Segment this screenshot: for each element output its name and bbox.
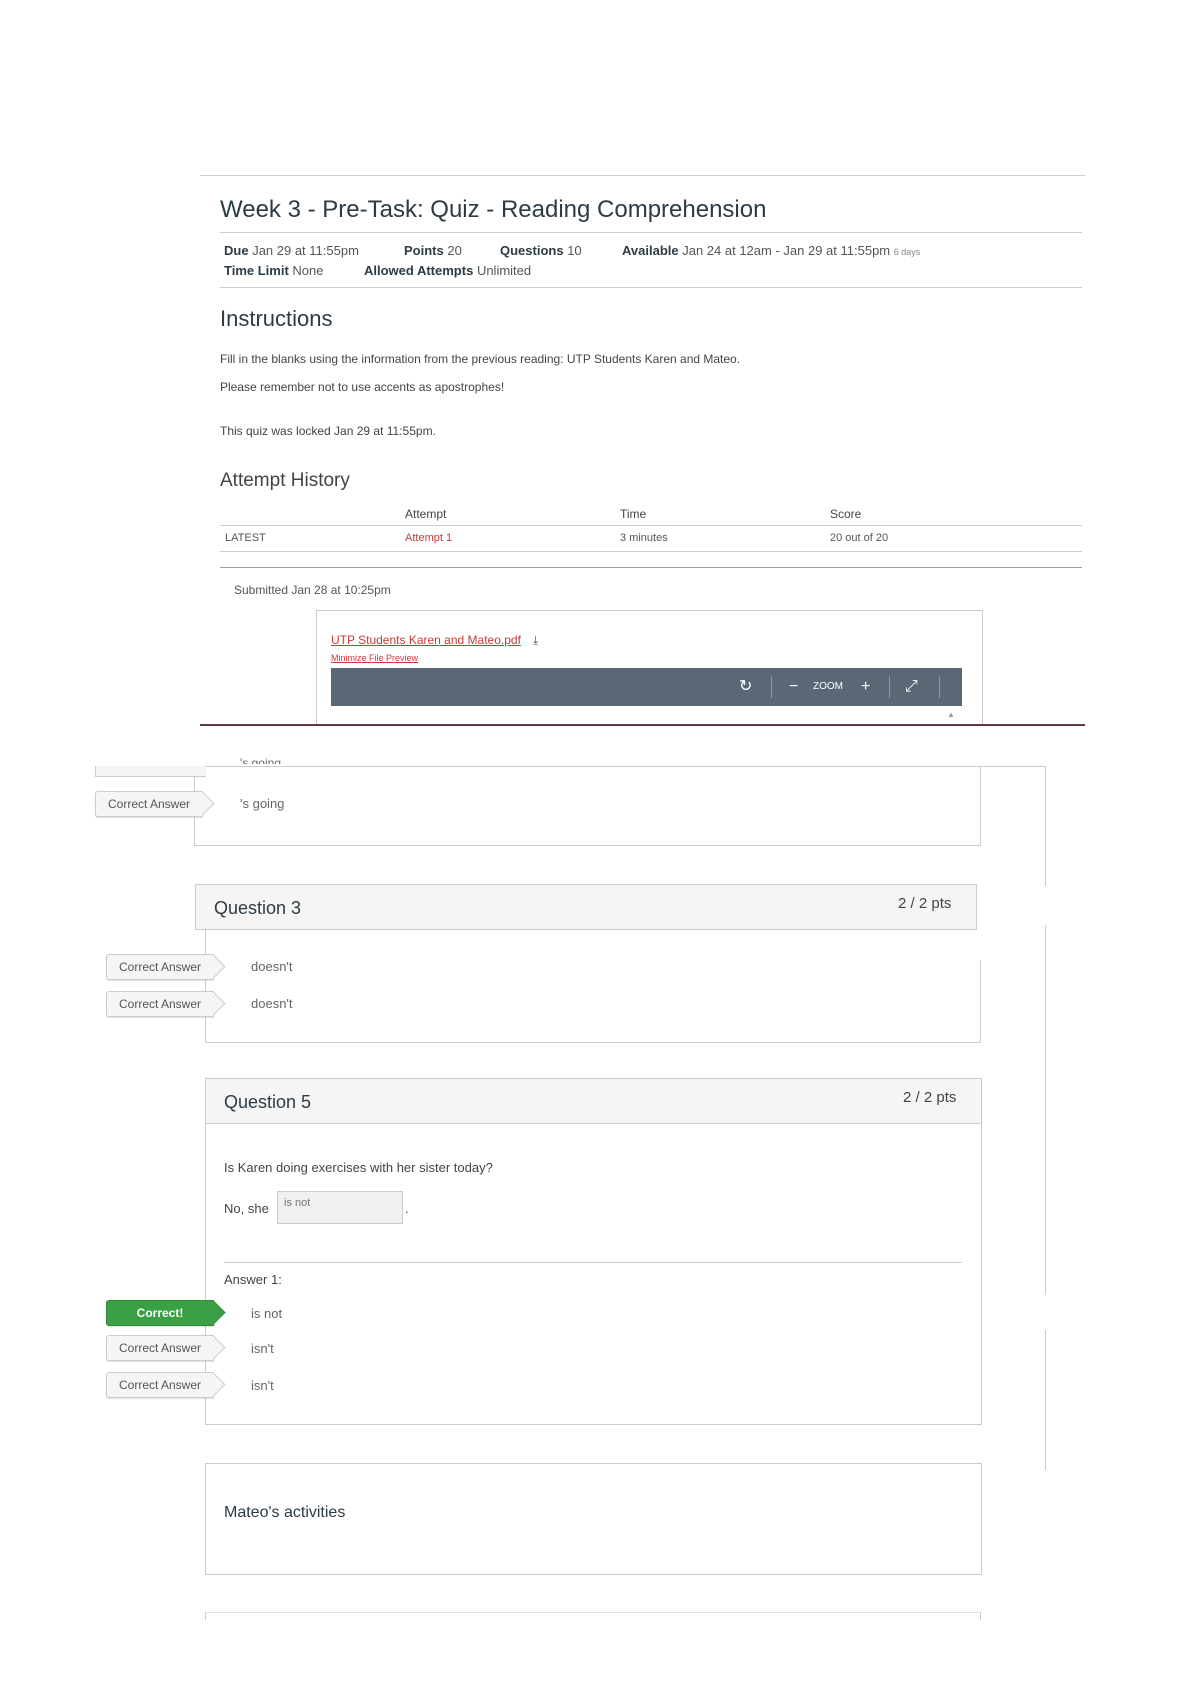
answer-text: doesn't xyxy=(251,959,293,974)
quiz-meta-row1: Due Jan 29 at 11:55pm xyxy=(224,243,359,258)
instructions-heading: Instructions xyxy=(220,306,333,331)
title-divider xyxy=(220,232,1082,233)
ah-bottom-divider xyxy=(220,567,1082,568)
fragment-top-border xyxy=(195,766,1045,767)
answer-divider xyxy=(224,1262,962,1263)
outer-right-line-3 xyxy=(1045,1330,1046,1470)
correct-answer-tag: Correct Answer xyxy=(95,791,203,817)
available-days: 6 days xyxy=(893,247,921,257)
questions-label: Questions xyxy=(500,243,564,258)
fullscreen-icon[interactable]: ⤢ xyxy=(905,668,918,706)
question-5-title: Question 5 xyxy=(224,1092,312,1112)
available-meta: Available Jan 24 at 12am - Jan 29 at 11:… xyxy=(622,243,920,258)
questions-value: 10 xyxy=(567,243,582,258)
answer-input-field[interactable]: is not xyxy=(277,1191,403,1224)
download-icon[interactable]: ⤓ xyxy=(533,633,538,648)
top-divider xyxy=(200,175,1085,176)
outer-right-line-2 xyxy=(1045,925,1046,1295)
answer-text: 's going xyxy=(240,796,285,811)
due-value: Jan 29 at 11:55pm xyxy=(252,243,359,258)
answer-text: doesn't xyxy=(251,996,293,1011)
q3-left-border xyxy=(205,928,206,1043)
answer-1-heading: Answer 1: xyxy=(224,1272,282,1287)
fragment-bottom-border xyxy=(194,845,981,846)
partial-tag xyxy=(95,766,206,777)
correct-answer-tag: Correct Answer xyxy=(106,1372,214,1398)
question-3-title: Question 3 xyxy=(214,898,302,918)
available-label: Available xyxy=(622,243,679,258)
due-label: Due xyxy=(224,243,249,258)
points-value: 20 xyxy=(447,243,462,258)
bottom-left-tick xyxy=(205,1612,206,1620)
zoom-out-icon[interactable]: − xyxy=(789,668,798,706)
locked-notice: This quiz was locked Jan 29 at 11:55pm. xyxy=(220,424,436,438)
ah-header-divider xyxy=(220,525,1082,526)
fragment-right-border xyxy=(980,766,981,845)
preview-toolbar: ↻ − ZOOM + ⤢ xyxy=(331,668,962,706)
q3-right-border xyxy=(980,960,981,1043)
ah-row-divider xyxy=(220,551,1082,552)
section-title: Mateo's activities xyxy=(224,1504,346,1521)
minimize-preview-link[interactable]: Minimize File Preview xyxy=(331,653,418,663)
answer-text: isn't xyxy=(251,1378,274,1393)
answer-text: is not xyxy=(251,1306,283,1321)
answer-input-value: is not xyxy=(284,1197,311,1209)
quiz-title: Week 3 - Pre-Task: Quiz - Reading Compre… xyxy=(220,196,767,223)
preview-scroll-up-icon[interactable]: ▲ xyxy=(947,710,955,719)
correct-answer-tag: Correct Answer xyxy=(106,1335,214,1361)
questions-meta: Questions 10 xyxy=(500,243,582,258)
instructions-line1: Fill in the blanks using the information… xyxy=(220,352,741,366)
col-attempt: Attempt xyxy=(405,507,447,521)
time-limit-value: None xyxy=(292,263,324,278)
zoom-in-icon[interactable]: + xyxy=(861,668,870,706)
question-5-prompt: Is Karen doing exercises with her sister… xyxy=(224,1160,493,1175)
preview-left-border xyxy=(316,610,317,725)
bottom-partial-border xyxy=(205,1612,981,1613)
outer-right-line xyxy=(1045,766,1046,886)
time-limit-meta: Time Limit None xyxy=(224,263,323,278)
row-score: 20 out of 20 xyxy=(830,532,889,544)
bottom-right-tick xyxy=(980,1612,981,1620)
points-label: Points xyxy=(404,243,444,258)
screenshot-divider xyxy=(200,724,1085,726)
attempts-meta: Allowed Attempts Unlimited xyxy=(364,263,531,278)
row-time: 3 minutes xyxy=(620,532,668,544)
question-3-header xyxy=(195,884,977,930)
sentence-start: No, she xyxy=(224,1201,269,1216)
correct-answer-tag: Correct Answer xyxy=(106,954,214,980)
instructions-line2: Please remember not to use accents as ap… xyxy=(220,380,505,394)
available-value: Jan 24 at 12am - Jan 29 at 11:55pm xyxy=(682,243,891,258)
q3-bottom-border xyxy=(205,1042,981,1043)
submitted-text: Submitted Jan 28 at 10:25pm xyxy=(234,583,391,597)
sentence-end: . xyxy=(405,1201,409,1216)
file-link[interactable]: UTP Students Karen and Mateo.pdf xyxy=(331,633,521,647)
preview-right-border xyxy=(982,610,983,725)
attempts-value: Unlimited xyxy=(476,263,532,278)
meta-divider xyxy=(220,287,1082,288)
question-3-points: 2 / 2 pts xyxy=(898,895,952,912)
attempt-history-heading: Attempt History xyxy=(220,470,350,491)
question-5-card xyxy=(205,1078,982,1425)
col-score: Score xyxy=(830,507,862,521)
answer-text: isn't xyxy=(251,1341,274,1356)
zoom-label: ZOOM xyxy=(813,681,843,692)
preview-top-border xyxy=(316,610,982,611)
partial-answer-text: 's going xyxy=(240,756,281,764)
col-time: Time xyxy=(620,507,647,521)
attempt-1-link[interactable]: Attempt 1 xyxy=(405,532,452,544)
toolbar-separator xyxy=(889,676,890,698)
question-5-points: 2 / 2 pts xyxy=(903,1089,957,1106)
question-5-header xyxy=(205,1078,982,1124)
toolbar-separator xyxy=(939,676,940,698)
time-limit-label: Time Limit xyxy=(224,263,289,278)
attempts-label: Allowed Attempts xyxy=(364,263,474,278)
rotate-icon[interactable]: ↻ xyxy=(739,668,752,706)
correct-answer-tag: Correct Answer xyxy=(106,991,214,1017)
row-latest-label: LATEST xyxy=(225,532,266,544)
points-meta: Points 20 xyxy=(404,243,462,258)
correct-tag: Correct! xyxy=(106,1300,214,1326)
toolbar-separator xyxy=(771,676,772,698)
